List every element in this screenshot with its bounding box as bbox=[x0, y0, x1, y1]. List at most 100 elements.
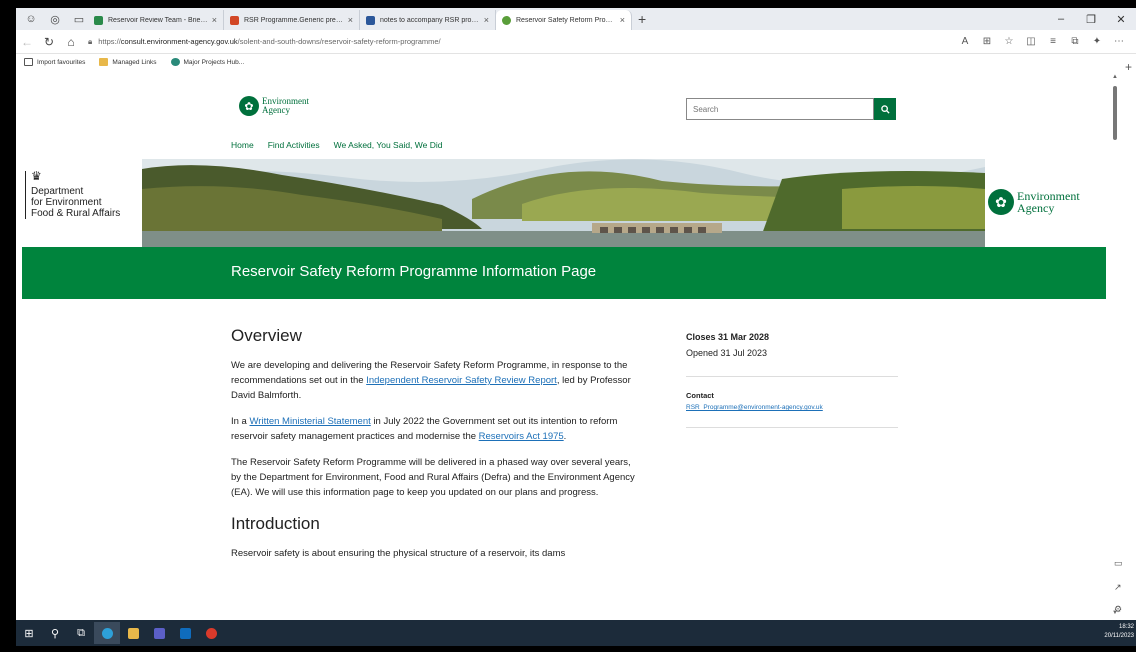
collections-icon[interactable]: ⧉ bbox=[1064, 36, 1086, 47]
favorites-icon[interactable]: ≡ bbox=[1042, 36, 1064, 47]
ea-banner-logo: ✿ Environment Agency bbox=[988, 189, 1080, 215]
search-taskbar-icon[interactable]: ⚲ bbox=[42, 622, 68, 644]
close-tab-icon[interactable]: × bbox=[620, 15, 625, 25]
back-icon[interactable]: ← bbox=[16, 35, 38, 49]
file-explorer-icon[interactable] bbox=[120, 622, 146, 644]
url-prefix: https:// bbox=[98, 37, 121, 46]
contact-label: Contact bbox=[686, 391, 714, 400]
tab-1[interactable]: RSR Programme.Generic present × bbox=[224, 10, 360, 30]
tab-favicon bbox=[94, 15, 103, 25]
windows-taskbar: ⊞ ⚲ ⧉ 18:32 20/11/2023 bbox=[16, 620, 1136, 646]
ministerial-statement-link[interactable]: Written Ministerial Statement bbox=[250, 416, 371, 427]
home-icon[interactable]: ⌂ bbox=[60, 35, 82, 49]
page-title: Reservoir Safety Reform Programme Inform… bbox=[231, 263, 597, 280]
tab-favicon bbox=[230, 15, 239, 25]
ea-logo-text: Environment Agency bbox=[1017, 189, 1080, 215]
right-rail: ▲ ▭ ↗ ⚙ ▼ bbox=[1106, 70, 1136, 620]
sidebar-add-icon[interactable]: + bbox=[1125, 60, 1132, 74]
defra-text: Food & Rural Affairs bbox=[31, 208, 121, 219]
sidebar-panel-icon[interactable]: ▭ bbox=[1114, 558, 1123, 569]
reservoirs-act-link[interactable]: Reservoirs Act 1975 bbox=[479, 431, 564, 442]
bookmark-major-projects[interactable]: Major Projects Hub... bbox=[170, 58, 245, 66]
url-field[interactable]: 🔒︎ https://consult.environment-agency.go… bbox=[88, 37, 954, 47]
new-tab-button[interactable]: + bbox=[638, 11, 646, 27]
scroll-down-icon[interactable]: ▼ bbox=[1112, 610, 1118, 616]
ea-header-logo[interactable]: ✿ Environment Agency bbox=[239, 96, 309, 116]
workspaces-icon[interactable]: ◎ bbox=[46, 11, 64, 27]
task-view-icon[interactable]: ⧉ bbox=[68, 622, 94, 644]
minimize-icon[interactable]: – bbox=[1046, 13, 1076, 25]
sharepoint-icon bbox=[170, 58, 180, 66]
title-bar: Reservoir Safety Reform Programme Inform… bbox=[22, 247, 1106, 299]
import-icon bbox=[24, 58, 33, 66]
screen-border bbox=[0, 646, 1136, 652]
toolbar-icons: A ⊞ ☆ ◫ ≡ ⧉ ✦ ⋯ bbox=[954, 36, 1130, 47]
split-screen-icon[interactable]: ◫ bbox=[1020, 36, 1042, 47]
nav-home[interactable]: Home bbox=[231, 140, 254, 150]
tab-2[interactable]: notes to accompany RSR progra × bbox=[360, 10, 496, 30]
close-window-icon[interactable]: ✕ bbox=[1106, 13, 1136, 26]
system-clock[interactable]: 18:32 20/11/2023 bbox=[1104, 623, 1134, 641]
favorite-star-icon[interactable]: ☆ bbox=[998, 36, 1020, 47]
tab-title: Reservoir Review Team - Briefing bbox=[108, 16, 208, 24]
review-report-link[interactable]: Independent Reservoir Safety Review Repo… bbox=[366, 375, 557, 386]
tab-strip: ☺ ◎ ▭ Reservoir Review Team - Briefing ×… bbox=[16, 8, 1136, 30]
introduction-paragraph-1: Reservoir safety is about ensuring the p… bbox=[231, 548, 566, 559]
outlook-icon[interactable] bbox=[172, 622, 198, 644]
more-icon[interactable]: ⋯ bbox=[1108, 36, 1130, 47]
closes-date: Closes 31 Mar 2028 bbox=[686, 332, 770, 342]
bookmark-managed-links[interactable]: Managed Links bbox=[99, 58, 157, 66]
overview-paragraph-1: We are developing and delivering the Res… bbox=[231, 360, 631, 401]
tab-favicon bbox=[366, 15, 375, 25]
read-aloud-icon[interactable]: A bbox=[954, 36, 976, 47]
restore-icon[interactable]: ❐ bbox=[1076, 13, 1106, 26]
defra-text: for Environment bbox=[31, 197, 102, 208]
chrome-icon[interactable] bbox=[198, 622, 224, 644]
consultation-sidebar: Closes 31 Mar 2028 Opened 31 Jul 2023 Co… bbox=[686, 332, 898, 442]
folder-icon bbox=[99, 58, 109, 66]
scrollbar-thumb[interactable] bbox=[1113, 86, 1117, 140]
bookmark-label: Major Projects Hub... bbox=[183, 58, 245, 66]
search-input[interactable] bbox=[686, 98, 874, 120]
teams-icon[interactable] bbox=[146, 622, 172, 644]
nav-find-activities[interactable]: Find Activities bbox=[268, 140, 320, 150]
url-host: consult.environment-agency.gov.uk bbox=[120, 37, 238, 46]
overview-heading: Overview bbox=[231, 326, 302, 345]
contact-email-link[interactable]: RSR_Programme@environment-agency.gov.uk bbox=[686, 404, 898, 411]
tab-0[interactable]: Reservoir Review Team - Briefing × bbox=[88, 10, 224, 30]
main-content: Overview We are developing and deliverin… bbox=[231, 326, 641, 572]
app-available-icon[interactable]: ⊞ bbox=[976, 36, 998, 47]
introduction-heading: Introduction bbox=[231, 514, 320, 533]
close-tab-icon[interactable]: × bbox=[484, 15, 489, 25]
profile-icon[interactable]: ☺ bbox=[22, 11, 40, 27]
nav-we-asked[interactable]: We Asked, You Said, We Did bbox=[334, 140, 443, 150]
bookmark-import-favourites[interactable]: Import favourites bbox=[24, 58, 85, 66]
ea-logo-icon: ✿ bbox=[239, 96, 259, 116]
refresh-icon[interactable]: ↻ bbox=[38, 35, 60, 49]
close-tab-icon[interactable]: × bbox=[348, 15, 353, 25]
divider bbox=[686, 427, 898, 428]
tab-favicon bbox=[502, 15, 511, 25]
tab-3-active[interactable]: Reservoir Safety Reform Program × bbox=[496, 10, 632, 30]
top-nav: Home Find Activities We Asked, You Said,… bbox=[231, 140, 457, 150]
screen: ☺ ◎ ▭ Reservoir Review Team - Briefing ×… bbox=[0, 0, 1136, 652]
start-icon[interactable]: ⊞ bbox=[16, 622, 42, 644]
bookmark-label: Import favourites bbox=[37, 58, 86, 66]
bookmarks-bar: Import favourites Managed Links Major Pr… bbox=[16, 54, 1136, 70]
search-icon bbox=[880, 104, 890, 114]
search-button[interactable] bbox=[874, 98, 896, 120]
extensions-icon[interactable]: ✦ bbox=[1086, 36, 1108, 47]
window-controls: – ❐ ✕ bbox=[1046, 8, 1136, 30]
open-external-icon[interactable]: ↗ bbox=[1114, 582, 1122, 593]
hero-banner: ♛ Department for Environment Food & Rura… bbox=[16, 159, 1106, 247]
clock-time: 18:32 bbox=[1118, 624, 1134, 630]
opened-date: Opened 31 Jul 2023 bbox=[686, 348, 768, 358]
tab-actions-icon[interactable]: ▭ bbox=[70, 11, 88, 27]
close-tab-icon[interactable]: × bbox=[212, 15, 217, 25]
lock-icon: 🔒︎ bbox=[88, 36, 93, 46]
defra-logo[interactable]: ♛ Department for Environment Food & Rura… bbox=[25, 170, 143, 219]
edge-taskbar-icon[interactable] bbox=[94, 622, 120, 644]
clock-date: 20/11/2023 bbox=[1104, 633, 1134, 639]
address-bar-row: ← ↻ ⌂ 🔒︎ https://consult.environment-age… bbox=[16, 30, 1136, 54]
scroll-up-icon[interactable]: ▲ bbox=[1112, 74, 1118, 80]
